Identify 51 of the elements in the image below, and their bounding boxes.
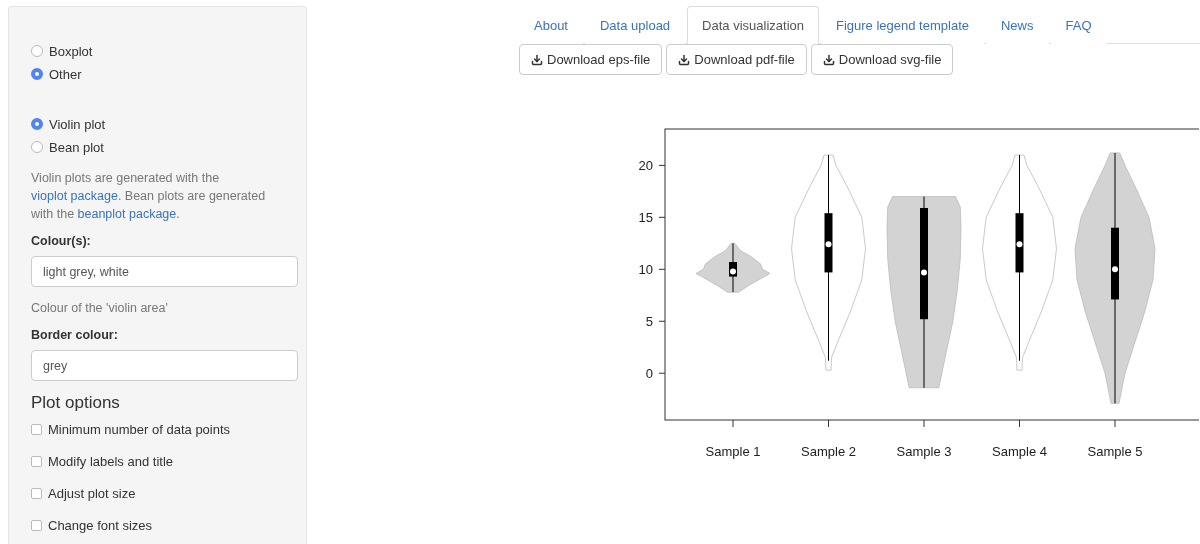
download-icon xyxy=(678,53,691,66)
x-tick-label: Sample 3 xyxy=(896,444,952,459)
checkbox-label[interactable]: Minimum number of data points xyxy=(48,421,231,437)
checkbox[interactable] xyxy=(31,487,42,499)
y-tick xyxy=(658,164,666,166)
y-tick xyxy=(658,320,666,322)
y-tick-label: 5 xyxy=(645,314,653,330)
checkbox[interactable] xyxy=(31,455,42,467)
y-tick xyxy=(658,216,666,218)
y-tick-label: 20 xyxy=(638,158,653,174)
help-text: Violin plots are generated with the vioplot package. Bean plots are generated with the beanplot package. xyxy=(31,170,267,223)
y-tick xyxy=(658,372,666,374)
x-tick-label: Sample 2 xyxy=(801,444,856,459)
x-tick xyxy=(1114,419,1116,428)
checkbox-label[interactable]: Change font sizes xyxy=(48,517,153,533)
tab[interactable]: Data visualization xyxy=(687,6,819,44)
radio-label[interactable]: Boxplot xyxy=(49,43,93,59)
download-icon xyxy=(531,53,543,66)
x-tick-label: Sample 5 xyxy=(1087,444,1143,459)
radio-button[interactable] xyxy=(31,118,43,130)
download-button[interactable]: Download pdf-file xyxy=(666,44,807,75)
radio-label[interactable]: Violin plot xyxy=(49,116,106,132)
checkbox-label[interactable]: Adjust plot size xyxy=(48,485,136,501)
download-icon xyxy=(822,53,835,66)
y-tick-label: 0 xyxy=(645,366,653,382)
x-tick xyxy=(732,419,734,428)
radio-label[interactable]: Bean plot xyxy=(49,139,104,155)
package-link[interactable]: vioplot package xyxy=(31,189,118,203)
x-tick-label: Sample 1 xyxy=(705,444,761,459)
y-tick-label: 10 xyxy=(638,262,653,278)
checkbox-label[interactable]: Modify labels and title xyxy=(48,453,173,469)
x-tick xyxy=(923,419,925,428)
help-text: Colour of the 'violin area' xyxy=(31,300,169,317)
checkbox[interactable] xyxy=(31,519,42,531)
field-label: Border colour: xyxy=(31,328,119,342)
y-tick xyxy=(658,268,666,270)
field-label: Colour(s): xyxy=(31,234,92,248)
radio-label[interactable]: Other xyxy=(49,66,82,82)
x-tick xyxy=(1019,419,1020,428)
section-heading: Plot options xyxy=(31,393,121,413)
x-tick xyxy=(828,419,829,428)
radio-button[interactable] xyxy=(31,141,43,153)
x-tick-label: Sample 4 xyxy=(992,444,1047,459)
download-button[interactable]: Download eps-file xyxy=(519,44,663,75)
colour-field[interactable]: light grey, white xyxy=(31,256,298,287)
radio-button[interactable] xyxy=(31,45,43,57)
border-colour-field[interactable]: grey xyxy=(31,350,298,381)
checkbox[interactable] xyxy=(31,423,42,435)
radio-button[interactable] xyxy=(31,68,43,80)
download-button[interactable]: Download svg-file xyxy=(810,44,954,75)
y-tick-label: 15 xyxy=(638,210,653,226)
